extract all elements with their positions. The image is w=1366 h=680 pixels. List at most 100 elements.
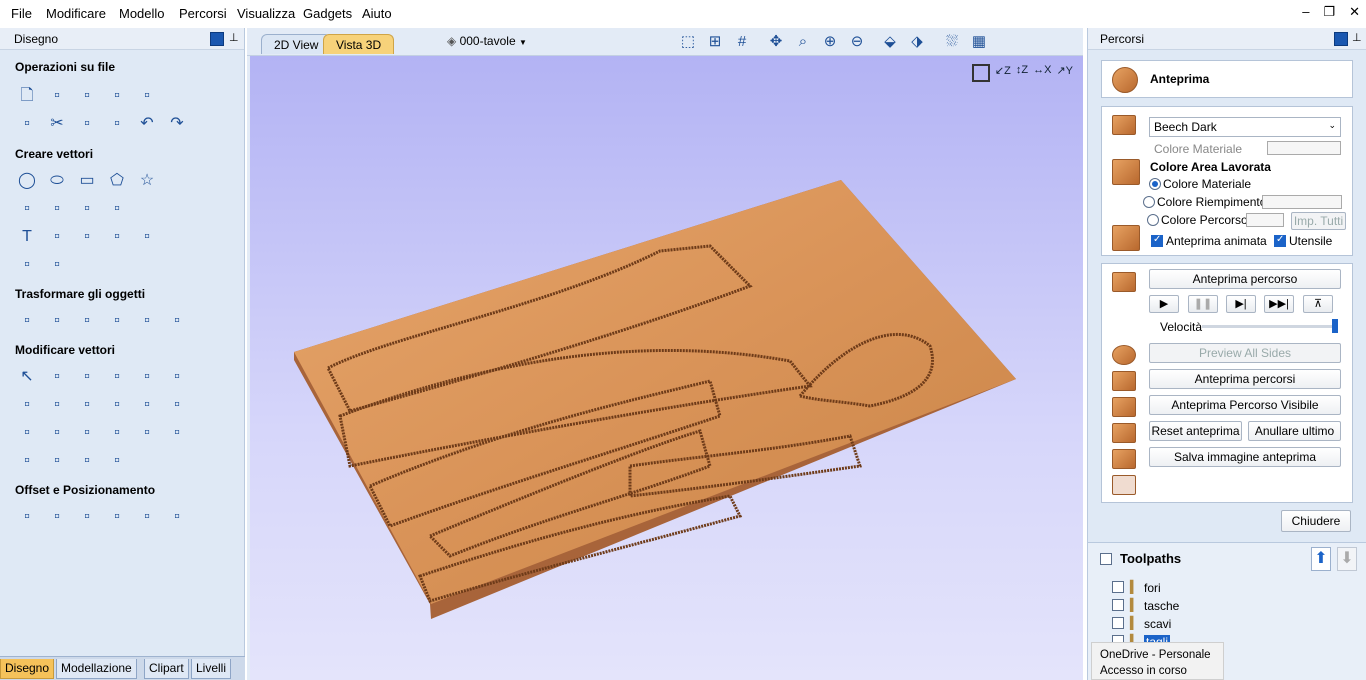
- zoom-in-icon[interactable]: ⊕: [819, 31, 841, 53]
- radio-fill-color[interactable]: [1143, 196, 1155, 208]
- show-toolpaths-icon[interactable]: ⬗: [906, 31, 928, 53]
- pin-icon[interactable]: ⊥: [229, 31, 239, 44]
- cut-icon[interactable]: ✂: [46, 112, 68, 134]
- grid-icon[interactable]: #: [731, 31, 753, 53]
- speed-slider-track[interactable]: [1202, 325, 1338, 328]
- pan-icon[interactable]: ✥: [765, 31, 787, 53]
- tab-modellazione[interactable]: Modellazione: [56, 659, 137, 679]
- weld-icon[interactable]: ▫: [16, 393, 38, 415]
- arc-icon[interactable]: ▫: [46, 197, 68, 219]
- import-icon[interactable]: ▫: [106, 84, 128, 106]
- group-icon[interactable]: ▫: [106, 365, 128, 387]
- zoom-out-icon[interactable]: ⊖: [846, 31, 868, 53]
- node-edit-icon[interactable]: ▫: [46, 365, 68, 387]
- subtract-icon[interactable]: ▫: [46, 393, 68, 415]
- dimension-icon[interactable]: ▫: [46, 253, 68, 275]
- play-icon[interactable]: ▶: [1149, 295, 1179, 313]
- distort-icon[interactable]: ▫: [136, 309, 158, 331]
- preview-toolpath-button[interactable]: Anteprima percorso: [1149, 269, 1341, 289]
- tab-livelli[interactable]: Livelli: [191, 659, 232, 679]
- node-add-icon[interactable]: ▫: [76, 365, 98, 387]
- menu-visualizza[interactable]: Visualizza: [237, 6, 295, 21]
- top-icon[interactable]: ⊼: [1303, 295, 1333, 313]
- menu-gadgets[interactable]: Gadgets: [303, 6, 352, 21]
- tab-2d-view[interactable]: 2D View: [261, 34, 332, 54]
- toolpath-item[interactable]: ▍ tasche: [1108, 597, 1328, 615]
- save-file-icon[interactable]: ▫: [76, 84, 98, 106]
- text-arc-icon[interactable]: ▫: [136, 225, 158, 247]
- toolpath-color-picker[interactable]: [1246, 213, 1284, 227]
- preview-all-sides-button[interactable]: Preview All Sides: [1149, 343, 1341, 363]
- text-on-curve-icon[interactable]: ▫: [76, 225, 98, 247]
- select-all-icon[interactable]: ▫: [16, 112, 38, 134]
- menu-aiuto[interactable]: Aiuto: [362, 6, 392, 21]
- new-file-icon[interactable]: 🗋: [16, 84, 38, 106]
- move-down-icon[interactable]: ⬇: [1337, 547, 1357, 571]
- trace-icon[interactable]: ▫: [166, 421, 188, 443]
- smooth-icon[interactable]: ▫: [166, 393, 188, 415]
- undo-last-button[interactable]: Anullare ultimo: [1248, 421, 1341, 441]
- menu-percorsi[interactable]: Percorsi: [179, 6, 227, 21]
- mirror-icon[interactable]: ▫: [106, 309, 128, 331]
- dock-icon[interactable]: [1334, 32, 1348, 46]
- show-vectors-icon[interactable]: ⬙: [879, 31, 901, 53]
- nest-icon[interactable]: ▫: [106, 505, 128, 527]
- rotate-copy-icon[interactable]: ▫: [76, 505, 98, 527]
- split-icon[interactable]: ▫: [76, 449, 98, 471]
- undo-icon[interactable]: ↶: [136, 112, 158, 134]
- align-icon[interactable]: ▫: [76, 309, 98, 331]
- preview-visible-button[interactable]: Anteprima Percorso Visibile: [1149, 395, 1341, 415]
- center-icon[interactable]: ▫: [166, 309, 188, 331]
- circle-icon[interactable]: ◯: [16, 169, 38, 191]
- zoom-box-icon[interactable]: ⌕: [792, 31, 814, 53]
- menu-file[interactable]: File: [11, 6, 32, 21]
- set-size-icon[interactable]: ⬚: [677, 31, 699, 53]
- extend-icon[interactable]: ▫: [76, 421, 98, 443]
- text-box-icon[interactable]: ▫: [46, 225, 68, 247]
- layer-selector[interactable]: ◈ 000-tavole ▼: [447, 34, 527, 48]
- 3d-viewport[interactable]: ↙Z ↕Z ↔X ↗Y: [250, 56, 1083, 680]
- rectangle-icon[interactable]: ▭: [76, 169, 98, 191]
- menu-modello[interactable]: Modello: [119, 6, 165, 21]
- ungroup-icon[interactable]: ▫: [136, 365, 158, 387]
- layout-icon[interactable]: ▫: [166, 505, 188, 527]
- star-icon[interactable]: ☆: [136, 169, 158, 191]
- scale-icon[interactable]: ▫: [46, 309, 68, 331]
- chamfer-icon[interactable]: ▫: [46, 421, 68, 443]
- imp-all-button[interactable]: Imp. Tutti: [1291, 212, 1346, 230]
- restore-icon[interactable]: ❐: [1323, 4, 1335, 20]
- measure-icon[interactable]: ▫: [16, 253, 38, 275]
- open-file-icon[interactable]: ▫: [46, 84, 68, 106]
- toolpath-checkbox[interactable]: [1112, 617, 1124, 629]
- fillet-icon[interactable]: ▫: [16, 421, 38, 443]
- grid-icon[interactable]: ▫: [136, 505, 158, 527]
- pause-icon[interactable]: ❚❚: [1188, 295, 1218, 313]
- tab-clipart[interactable]: Clipart: [144, 659, 189, 679]
- preview-toolpaths-button[interactable]: Anteprima percorsi: [1149, 369, 1341, 389]
- polygon-icon[interactable]: ⬠: [106, 169, 128, 191]
- select-icon[interactable]: ↖: [16, 365, 38, 387]
- tab-disegno[interactable]: Disegno: [0, 659, 55, 679]
- radio-toolpath-color[interactable]: [1147, 214, 1159, 226]
- text-icon[interactable]: T: [16, 225, 38, 247]
- onedrive-notification[interactable]: OneDrive - Personale Accesso in corso: [1091, 642, 1224, 680]
- menu-modificare[interactable]: Modificare: [46, 6, 106, 21]
- render-icon[interactable]: ⛆: [941, 31, 963, 53]
- offset-icon[interactable]: ▫: [16, 505, 38, 527]
- export-icon[interactable]: ▫: [136, 84, 158, 106]
- polyline-icon[interactable]: ▫: [16, 197, 38, 219]
- move-icon[interactable]: ▫: [16, 309, 38, 331]
- animated-checkbox[interactable]: [1151, 234, 1163, 247]
- array-icon[interactable]: ▫: [46, 505, 68, 527]
- join-icon[interactable]: ▫: [166, 365, 188, 387]
- step-icon[interactable]: ▶|: [1226, 295, 1256, 313]
- copy-icon[interactable]: ▫: [76, 112, 98, 134]
- cut-vector-icon[interactable]: ▫: [136, 393, 158, 415]
- toolpaths-select-all-checkbox[interactable]: [1100, 553, 1112, 565]
- trim-icon[interactable]: ▫: [106, 393, 128, 415]
- dock-icon[interactable]: [210, 32, 224, 46]
- fast-forward-icon[interactable]: ▶▶|: [1264, 295, 1294, 313]
- offset-shape-icon[interactable]: ▫: [16, 449, 38, 471]
- pin-icon[interactable]: ⊥: [1352, 31, 1362, 44]
- bitmap-icon[interactable]: ▫: [136, 421, 158, 443]
